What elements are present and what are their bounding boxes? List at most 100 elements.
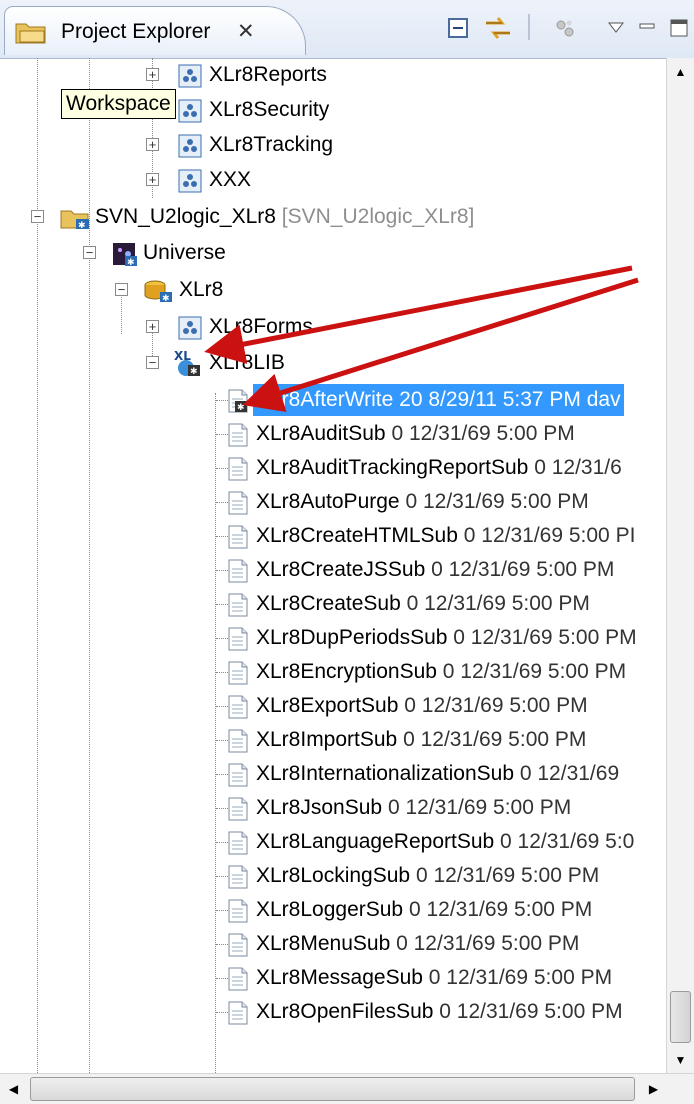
collapse-all-icon[interactable] bbox=[444, 14, 472, 42]
scroll-thumb[interactable] bbox=[30, 1077, 635, 1101]
file-revision-info: 0 12/31/69 bbox=[519, 762, 620, 785]
file-name: XLr8JsonSub bbox=[256, 796, 383, 819]
tree-node-universe[interactable]: − ✱ Universe bbox=[0, 236, 666, 270]
file-name: XLr8AfterWrite bbox=[256, 388, 394, 411]
file-revision-info: 0 12/31/69 5:00 PM bbox=[405, 490, 589, 513]
svn-annotation: [SVN_U2logic_XLr8] bbox=[281, 205, 475, 228]
tree-node-label: XLr8 bbox=[179, 278, 224, 301]
file-name: XLr8LockingSub bbox=[256, 864, 411, 887]
file-icon bbox=[228, 1001, 248, 1025]
tree-node-account[interactable]: + XXX bbox=[0, 163, 666, 197]
tree-node-file[interactable]: XLr8LanguageReportSub 0 12/31/69 5:0 bbox=[0, 825, 666, 859]
project-tree[interactable]: + XLr8Reports + XLr8Security + XLr8Track… bbox=[0, 58, 666, 1073]
file-revision-info: 0 12/31/69 5:00 PM bbox=[439, 1000, 623, 1023]
minimize-icon[interactable] bbox=[636, 14, 658, 42]
file-icon bbox=[228, 933, 248, 957]
file-revision-info: 0 12/31/69 5:00 PM bbox=[406, 592, 590, 615]
tree-node-file[interactable]: XLr8ExportSub 0 12/31/69 5:00 PM bbox=[0, 689, 666, 723]
file-name: XLr8InternationalizationSub bbox=[256, 762, 515, 785]
vertical-scrollbar[interactable]: ▲ ▼ bbox=[666, 58, 694, 1073]
tree-node-label: XLr8CreateSub 0 12/31/69 5:00 PM bbox=[253, 588, 593, 620]
tree-node-label: XLr8Reports bbox=[209, 63, 327, 86]
collapse-icon[interactable]: − bbox=[146, 356, 159, 369]
file-name: XLr8CreateHTMLSub bbox=[256, 524, 458, 547]
tree-node-project[interactable]: − ✱ SVN_U2logic_XLr8 [SVN_U2logic_XLr8] bbox=[0, 200, 666, 234]
tree-node-file[interactable]: XLr8ImportSub 0 12/31/69 5:00 PM bbox=[0, 723, 666, 757]
file-icon bbox=[228, 457, 248, 481]
tree-node-library[interactable]: − XL ✱ XLr8LIB bbox=[0, 346, 666, 380]
file-revision-info: 0 12/31/69 5:00 PM bbox=[396, 932, 580, 955]
scroll-right-icon[interactable]: ▶ bbox=[640, 1074, 667, 1104]
svg-text:✱: ✱ bbox=[127, 258, 135, 266]
tree-node-file[interactable]: XLr8CreateSub 0 12/31/69 5:00 PM bbox=[0, 587, 666, 621]
tree-node-label: XLr8AuditTrackingReportSub 0 12/31/6 bbox=[253, 452, 625, 484]
expand-icon[interactable]: + bbox=[146, 138, 159, 151]
file-name: XLr8OpenFilesSub bbox=[256, 1000, 434, 1023]
file-icon bbox=[228, 729, 248, 753]
file-revision-info: 0 12/31/69 5:00 PM bbox=[431, 558, 615, 581]
tree-node-file[interactable]: XLr8AuditSub 0 12/31/69 5:00 PM bbox=[0, 417, 666, 451]
file-name: XLr8AuditTrackingReportSub bbox=[256, 456, 529, 479]
tree-node-file[interactable]: ✱ XLr8AfterWrite 20 8/29/11 5:37 PM dav bbox=[0, 383, 666, 417]
tree-node-account[interactable]: + XLr8Tracking bbox=[0, 128, 666, 162]
file-icon bbox=[228, 899, 248, 923]
tree-node-file[interactable]: XLr8JsonSub 0 12/31/69 5:00 PM bbox=[0, 791, 666, 825]
tree-node-file[interactable]: XLr8AuditTrackingReportSub 0 12/31/6 bbox=[0, 451, 666, 485]
file-revision-info: 0 12/31/69 5:00 PM bbox=[442, 660, 627, 683]
file-name: XLr8AuditSub bbox=[256, 422, 386, 445]
file-revision-info: 0 12/31/69 5:00 PM bbox=[387, 796, 572, 819]
tree-node-file[interactable]: XLr8CreateHTMLSub 0 12/31/69 5:00 PI bbox=[0, 519, 666, 553]
view-title: Project Explorer bbox=[61, 20, 211, 43]
tree-node-label: SVN_U2logic_XLr8 [SVN_U2logic_XLr8] bbox=[95, 205, 475, 228]
tree-node-file[interactable]: XLr8EncryptionSub 0 12/31/69 5:00 PM bbox=[0, 655, 666, 689]
tree-node-file[interactable]: XLr8MessageSub 0 12/31/69 5:00 PM bbox=[0, 961, 666, 995]
expand-icon[interactable]: + bbox=[146, 173, 159, 186]
horizontal-scrollbar[interactable]: ◀ ▶ bbox=[0, 1073, 694, 1104]
svg-text:✱: ✱ bbox=[190, 367, 198, 377]
expand-icon[interactable]: + bbox=[146, 68, 159, 81]
file-name: XLr8EncryptionSub bbox=[256, 660, 437, 683]
maximize-icon[interactable] bbox=[666, 14, 692, 42]
file-icon bbox=[228, 627, 248, 651]
tab-project-explorer[interactable]: Project Explorer ✕ bbox=[4, 6, 306, 55]
tree-node-label: Universe bbox=[143, 241, 226, 264]
scroll-up-icon[interactable]: ▲ bbox=[667, 58, 694, 85]
tree-node-file[interactable]: XLr8DupPeriodsSub 0 12/31/69 5:00 PM bbox=[0, 621, 666, 655]
tree-node-file[interactable]: XLr8InternationalizationSub 0 12/31/69 bbox=[0, 757, 666, 791]
file-name: XLr8LanguageReportSub bbox=[256, 830, 495, 853]
tree-node-label: XXX bbox=[209, 168, 252, 191]
link-with-editor-icon[interactable] bbox=[482, 14, 514, 42]
file-name: XLr8ImportSub bbox=[256, 728, 398, 751]
tree-node-file[interactable]: XLr8OpenFilesSub 0 12/31/69 5:00 PM bbox=[0, 995, 666, 1029]
tree-node-folder[interactable]: + XLr8Forms bbox=[0, 310, 666, 344]
scroll-left-icon[interactable]: ◀ bbox=[0, 1074, 27, 1104]
file-icon bbox=[228, 491, 248, 515]
account-folder-icon bbox=[178, 64, 202, 88]
file-icon bbox=[228, 797, 248, 821]
view-menu-icon[interactable] bbox=[606, 14, 626, 42]
tree-node-account[interactable]: + XLr8Reports bbox=[0, 58, 666, 92]
file-icon bbox=[228, 593, 248, 617]
file-icon bbox=[228, 831, 248, 855]
close-icon[interactable]: ✕ bbox=[237, 19, 255, 44]
tree-node-account[interactable]: − ✱ XLr8 bbox=[0, 273, 666, 307]
file-icon bbox=[228, 865, 248, 889]
svg-text:✱: ✱ bbox=[78, 221, 86, 230]
expand-icon[interactable]: + bbox=[146, 320, 159, 333]
connect-icon[interactable] bbox=[552, 14, 578, 42]
tree-node-file[interactable]: XLr8LockingSub 0 12/31/69 5:00 PM bbox=[0, 859, 666, 893]
file-name: XLr8MessageSub bbox=[256, 966, 423, 989]
collapse-icon[interactable]: − bbox=[83, 246, 96, 259]
tree-node-label: XLr8LockingSub 0 12/31/69 5:00 PM bbox=[253, 860, 602, 892]
tree-node-file[interactable]: XLr8CreateJSSub 0 12/31/69 5:00 PM bbox=[0, 553, 666, 587]
tree-node-file[interactable]: XLr8LoggerSub 0 12/31/69 5:00 PM bbox=[0, 893, 666, 927]
collapse-icon[interactable]: − bbox=[31, 210, 44, 223]
scroll-thumb[interactable] bbox=[670, 991, 691, 1043]
tree-node-label: XLr8Tracking bbox=[209, 133, 334, 156]
tree-node-file[interactable]: XLr8AutoPurge 0 12/31/69 5:00 PM bbox=[0, 485, 666, 519]
database-icon: ✱ bbox=[144, 280, 172, 303]
collapse-icon[interactable]: − bbox=[115, 283, 128, 296]
file-name: XLr8MenuSub bbox=[256, 932, 391, 955]
tree-node-file[interactable]: XLr8MenuSub 0 12/31/69 5:00 PM bbox=[0, 927, 666, 961]
scroll-down-icon[interactable]: ▼ bbox=[667, 1046, 694, 1073]
